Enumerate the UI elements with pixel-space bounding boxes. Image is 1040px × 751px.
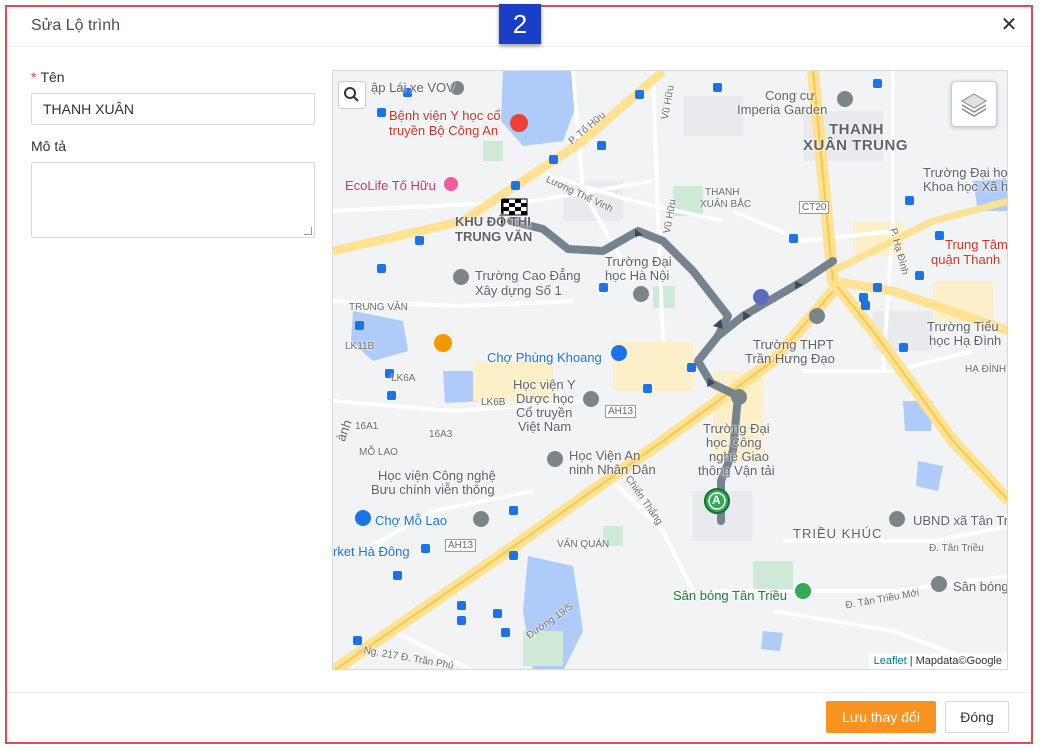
- route-form: * Tên THANH XUÂN Mô tả: [31, 67, 317, 238]
- map-label: Sân bóng: [953, 579, 1008, 594]
- map-label: ập Lái xe VOV: [371, 80, 455, 95]
- search-icon: [344, 87, 359, 102]
- map-label: Đ. Tân Triều: [929, 543, 984, 554]
- map-label: Dược học: [516, 391, 574, 406]
- map-label: nghệ Giao: [709, 449, 769, 464]
- map-label: Trường Đại học: [923, 165, 1008, 180]
- map-label: quận Thanh: [931, 252, 1001, 267]
- edit-route-modal: Sửa Lộ trình ✕ 2 *Tên THANH XUÂN Mô tả: [5, 4, 1033, 744]
- map-label: CT20: [799, 201, 830, 214]
- map-label: LK6A: [391, 373, 416, 384]
- map-label: Cong cư: [765, 88, 815, 103]
- map-label: Trường Tiểu: [927, 319, 999, 334]
- map-label: TRIỀU KHÚC: [793, 526, 883, 541]
- map-label: thông Vận tải: [698, 463, 775, 478]
- map-label: Trường THPT: [753, 337, 834, 352]
- close-button[interactable]: Đóng: [945, 701, 1009, 733]
- description-label: Mô tả: [31, 138, 67, 154]
- map-label: LK11B: [345, 341, 375, 352]
- start-marker-label: A: [712, 493, 721, 507]
- map-label: XUÂN TRUNG: [803, 137, 908, 154]
- map-label: Bệnh viện Y học cổ: [389, 108, 501, 123]
- map-layers-button[interactable]: [951, 81, 997, 127]
- map-label: Trung Tâm: [945, 237, 1008, 252]
- map-label: Cổ truyền: [516, 405, 573, 420]
- required-mark: *: [31, 69, 37, 85]
- park: [653, 286, 675, 308]
- map-label: VĂN QUÁN: [557, 539, 610, 550]
- lake: [761, 631, 783, 651]
- map-attribution: Leaflet | Mapdata©Google: [868, 653, 1007, 669]
- map-label: Sân bóng Tân Triều: [673, 588, 787, 603]
- park: [753, 561, 793, 591]
- map-label: rket Hà Đông: [333, 544, 410, 559]
- map-label: XUÂN BẮC: [700, 199, 752, 210]
- step-badge: 2: [499, 4, 541, 44]
- map-label: Học Viện An: [569, 448, 641, 463]
- map-label: ninh Nhân Dân: [569, 462, 656, 477]
- map-label: 16A3: [429, 429, 453, 440]
- map-label: HẠ ĐÌNH: [965, 364, 1007, 375]
- name-label: * Tên: [31, 67, 317, 87]
- block: [683, 96, 743, 136]
- map-label: Chợ Phùng Khoang: [487, 350, 602, 365]
- map-label: học Công: [706, 435, 762, 450]
- map-label: THANH: [705, 187, 740, 198]
- description-textarea[interactable]: [31, 162, 315, 238]
- map-label: Khoa học Xã h: [923, 179, 1008, 194]
- map-label: EcoLife Tố Hữu: [345, 178, 436, 193]
- map-label: THANH: [829, 121, 884, 138]
- map-label: TRUNG VĂN: [349, 302, 408, 313]
- modal-title: Sửa Lộ trình: [31, 17, 120, 34]
- map-label: Bưu chính viễn thông: [371, 482, 495, 497]
- map-label: Học viện Y: [513, 377, 576, 392]
- map-search-button[interactable]: [338, 81, 366, 109]
- route-line: [714, 257, 837, 340]
- map-label: Trần Hưng Đạo: [745, 351, 835, 366]
- name-input[interactable]: THANH XUÂN: [31, 93, 315, 125]
- map-label: MỖ LAO: [359, 447, 398, 458]
- lake: [501, 71, 578, 146]
- map-label: Việt Nam: [518, 419, 572, 434]
- map-label: AH13: [605, 405, 637, 418]
- map-label: Xây dựng Số 1: [475, 283, 562, 298]
- map-label: 16A1: [355, 421, 379, 432]
- map-label: Trường Cao Đẳng: [475, 268, 581, 283]
- map-label: LK6B: [481, 397, 506, 408]
- map-label: Imperia Garden: [737, 102, 828, 117]
- layers-icon: [961, 93, 987, 117]
- map-canvas: [333, 71, 1007, 669]
- route-map[interactable]: ập Lái xe VOV Bệnh viện Y học cổ truyền …: [332, 70, 1008, 670]
- map-label: Trường Đại: [703, 421, 770, 436]
- leaflet-link[interactable]: Leaflet: [874, 655, 907, 667]
- map-label: AH13: [445, 539, 477, 552]
- map-label: UBND xã Tân Tr: [913, 513, 1008, 528]
- lake: [916, 461, 943, 491]
- map-label: Trường Đại: [605, 254, 672, 269]
- save-changes-button[interactable]: Lưu thay đổi: [826, 701, 936, 733]
- map-label: truyền Bộ Công An: [389, 123, 499, 138]
- resize-handle[interactable]: [304, 227, 312, 235]
- map-label: KHU ĐÔ THỊ: [455, 214, 531, 229]
- park: [483, 141, 503, 161]
- close-icon[interactable]: ✕: [999, 15, 1019, 35]
- name-label-text: Tên: [40, 69, 65, 85]
- map-label: Chợ Mỗ Lao: [375, 513, 448, 528]
- modal-footer: Lưu thay đổi Đóng: [7, 692, 1031, 742]
- map-label: Học viện Công nghệ: [378, 468, 496, 483]
- map-label: học Hạ Đình: [929, 333, 1002, 348]
- map-label: học Hà Nội: [605, 268, 670, 283]
- attribution-text: | Mapdata©Google: [906, 655, 1002, 667]
- lake: [351, 311, 408, 361]
- map-label: TRUNG VĂN: [455, 229, 533, 244]
